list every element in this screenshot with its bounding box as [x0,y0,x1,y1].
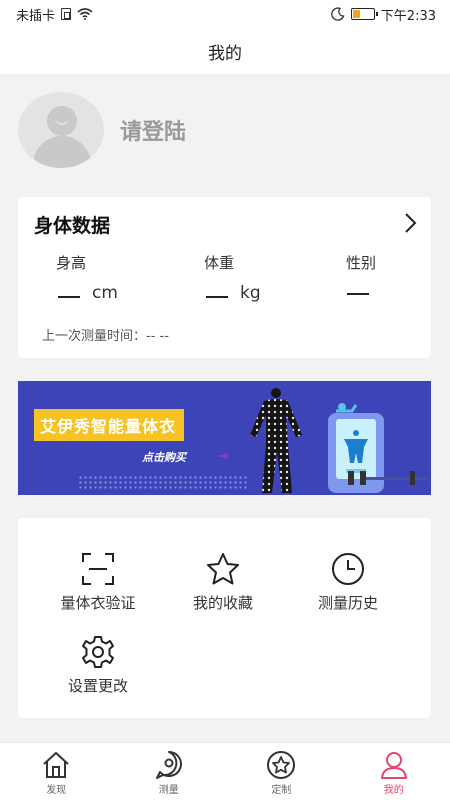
menu-label-settings: 设置更改 [67,677,128,695]
carrier-text: 未插卡 [16,8,56,24]
home-icon [43,751,69,778]
top-bar: 我的 [0,28,450,74]
banner-buy-link[interactable]: 点击购买 [142,449,186,465]
height-value: cm [58,283,118,303]
gender-label: 性别 [346,254,377,272]
weight-label: 体重 [204,254,235,272]
menu-label-history: 测量历史 [317,594,378,612]
login-text[interactable]: 请登陆 [120,114,186,146]
status-bar: 未插卡 下午2:33 [0,0,450,28]
banner-title: 艾伊秀智能量体衣 [34,409,185,441]
menu-item-suit-verify[interactable]: 量体衣验证 [38,552,158,613]
star-icon [207,553,239,585]
tab-label-measure: 测量 [158,785,179,796]
menu-label-favorites: 我的收藏 [192,594,253,612]
fitness-device-icon [328,403,430,493]
measure-icon [155,751,182,779]
tab-mine[interactable]: 我的 [338,743,450,800]
height-label: 身高 [56,254,87,272]
menu-card: 量体衣验证 我的收藏 测量历史 设置更改 [18,518,431,718]
body-data-card[interactable]: 身体数据 身高 体重 性别 cm kg 上一次测量时间：-- -- [18,197,431,358]
body-data-title: 身体数据 [34,215,111,237]
tab-label-custom: 定制 [271,785,292,796]
profile-login[interactable]: 请登陆 [18,90,186,170]
tab-discover[interactable]: 发现 [0,743,113,800]
menu-label-suit-verify: 量体衣验证 [60,594,136,612]
profile-icon [380,752,407,779]
menu-item-history[interactable]: 测量历史 [288,552,408,613]
gear-icon [82,636,114,668]
scan-icon [82,553,114,585]
bottom-tab-bar: 发现 测量 定制 我的 [0,742,450,800]
banner-dot-pattern [78,475,248,489]
user-avatar-placeholder-icon[interactable] [18,92,104,168]
custom-star-icon [267,751,296,779]
tab-label-discover: 发现 [46,785,67,796]
height-unit: cm [92,283,118,303]
menu-item-favorites[interactable]: 我的收藏 [163,552,283,613]
last-measure-time: 上一次测量时间：-- -- [42,329,169,344]
weight-dash [206,286,228,298]
gender-dash [347,283,369,295]
tab-custom[interactable]: 定制 [225,743,338,800]
menu-item-settings[interactable]: 设置更改 [38,635,158,696]
weight-unit: kg [240,283,261,303]
clock-icon [332,553,364,585]
tab-measure[interactable]: 测量 [113,743,226,800]
moon-icon [330,7,345,21]
clock-time: 下午2:33 [380,8,436,24]
body-suit-icon [250,388,302,493]
sim-icon [61,8,72,20]
page-title: 我的 [208,43,242,64]
tab-label-mine: 我的 [383,785,404,796]
promo-banner[interactable]: 艾伊秀智能量体衣 点击购买 [18,381,431,495]
battery-icon [350,8,378,20]
height-dash [58,286,80,298]
gender-value [347,283,369,295]
chevron-right-icon[interactable] [401,211,419,235]
weight-value: kg [206,283,261,303]
wifi-icon [77,8,93,20]
arrow-right-icon [218,452,230,460]
